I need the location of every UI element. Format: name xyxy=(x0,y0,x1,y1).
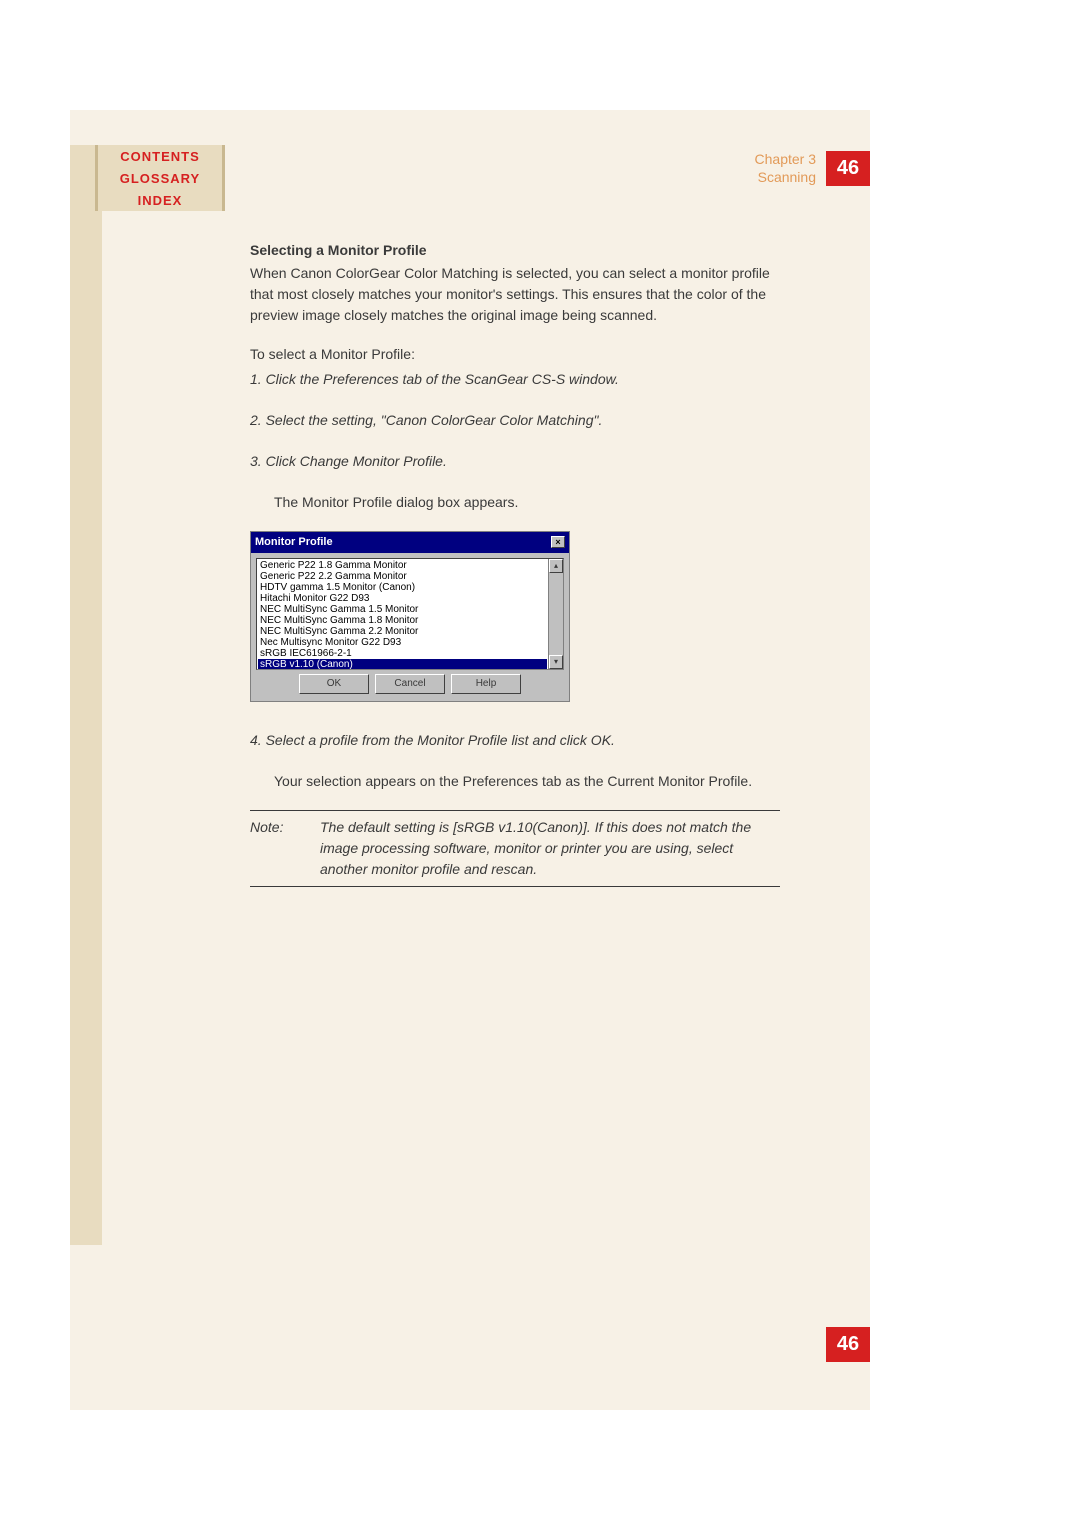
nav-index[interactable]: INDEX xyxy=(95,189,225,211)
monitor-profile-dialog: Monitor Profile × Generic P22 1.8 Gamma … xyxy=(250,531,570,702)
note-section: Note: The default setting is [sRGB v1.10… xyxy=(250,810,780,887)
close-icon[interactable]: × xyxy=(551,536,565,548)
step-4: 4. Select a profile from the Monitor Pro… xyxy=(250,730,780,751)
intro-paragraph: When Canon ColorGear Color Matching is s… xyxy=(250,263,780,326)
list-item[interactable]: Generic P22 2.2 Gamma Monitor xyxy=(258,571,547,582)
dialog-button-row: OK Cancel Help xyxy=(256,670,564,696)
page-number-top: 46 xyxy=(826,151,870,186)
left-margin-bar xyxy=(70,145,102,1245)
dialog-titlebar: Monitor Profile × xyxy=(251,532,569,553)
step-3-result: The Monitor Profile dialog box appears. xyxy=(250,492,780,513)
list-item[interactable]: NEC MultiSync Gamma 2.2 Monitor xyxy=(258,626,547,637)
step-1: 1. Click the Preferences tab of the Scan… xyxy=(250,369,780,390)
step-2: 2. Select the setting, "Canon ColorGear … xyxy=(250,410,780,431)
scroll-down-icon[interactable]: ▾ xyxy=(549,655,563,669)
step-3: 3. Click Change Monitor Profile. xyxy=(250,451,780,472)
sub-heading: To select a Monitor Profile: xyxy=(250,344,780,365)
list-item[interactable]: NEC MultiSync Gamma 1.5 Monitor xyxy=(258,604,547,615)
scrollbar-vertical[interactable]: ▴ ▾ xyxy=(548,559,563,669)
scroll-up-icon[interactable]: ▴ xyxy=(549,559,563,573)
list-item[interactable]: NEC MultiSync Gamma 1.8 Monitor xyxy=(258,615,547,626)
chapter-title: Scanning xyxy=(755,168,816,186)
nav-contents[interactable]: CONTENTS xyxy=(95,145,225,167)
main-content: Selecting a Monitor Profile When Canon C… xyxy=(250,240,780,887)
ok-button[interactable]: OK xyxy=(299,674,369,694)
nav-glossary[interactable]: GLOSSARY xyxy=(95,167,225,189)
dialog-body: Generic P22 1.8 Gamma Monitor Generic P2… xyxy=(251,553,569,701)
chapter-text: Chapter 3 Scanning xyxy=(755,150,816,186)
chapter-number: Chapter 3 xyxy=(755,150,816,168)
list-item[interactable]: Generic P22 1.8 Gamma Monitor xyxy=(258,560,547,571)
help-button[interactable]: Help xyxy=(451,674,521,694)
chapter-header: Chapter 3 Scanning 46 xyxy=(755,150,870,186)
profile-list-items: Generic P22 1.8 Gamma Monitor Generic P2… xyxy=(257,559,548,669)
list-item-selected[interactable]: sRGB v1.10 (Canon) xyxy=(258,659,547,670)
list-item[interactable]: HDTV gamma 1.5 Monitor (Canon) xyxy=(258,582,547,593)
step-4-result: Your selection appears on the Preference… xyxy=(250,771,780,792)
dialog-title: Monitor Profile xyxy=(255,534,333,551)
nav-button-group: CONTENTS GLOSSARY INDEX xyxy=(95,145,225,211)
list-item[interactable]: Hitachi Monitor G22 D93 xyxy=(258,593,547,604)
section-heading: Selecting a Monitor Profile xyxy=(250,240,780,261)
page-container: CONTENTS GLOSSARY INDEX Chapter 3 Scanni… xyxy=(70,110,870,1410)
note-text: The default setting is [sRGB v1.10(Canon… xyxy=(320,817,780,880)
list-item[interactable]: Nec Multisync Monitor G22 D93 xyxy=(258,637,547,648)
profile-listbox[interactable]: Generic P22 1.8 Gamma Monitor Generic P2… xyxy=(256,558,564,670)
cancel-button[interactable]: Cancel xyxy=(375,674,445,694)
page-number-bottom: 46 xyxy=(826,1327,870,1362)
list-item[interactable]: sRGB IEC61966-2-1 xyxy=(258,648,547,659)
note-label: Note: xyxy=(250,817,320,880)
